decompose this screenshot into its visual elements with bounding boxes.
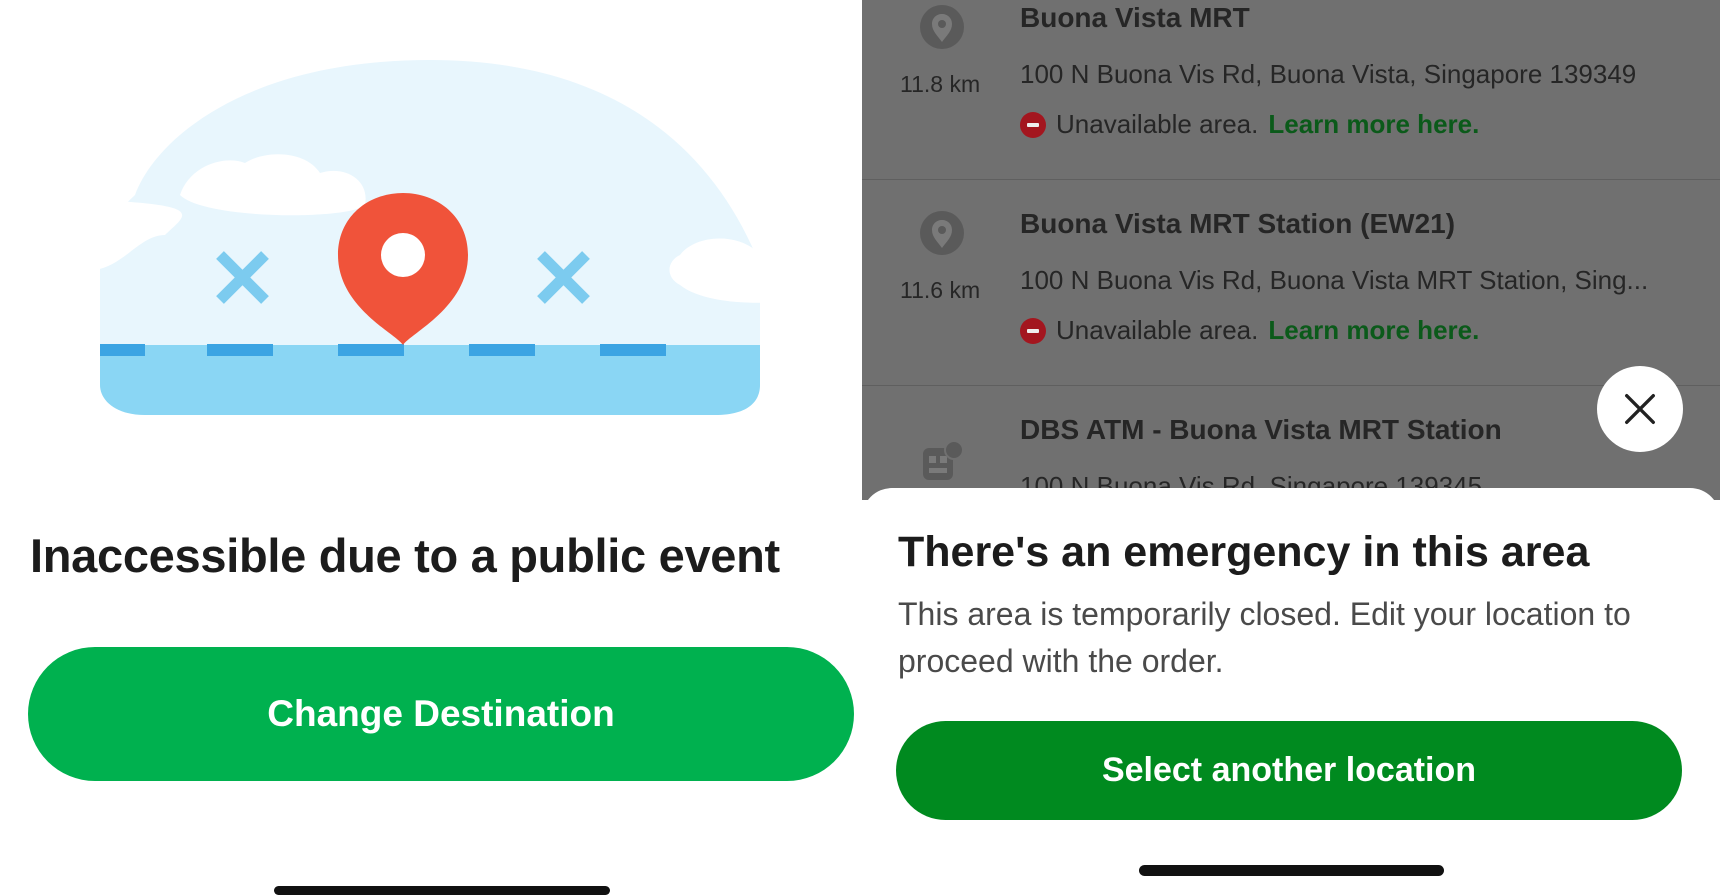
emergency-bottom-sheet: There's an emergency in this area This a… (862, 488, 1720, 895)
blocked-destination-illustration (95, 60, 795, 415)
distance-label: 11.8 km (900, 71, 981, 97)
change-destination-button[interactable]: Change Destination (28, 647, 854, 781)
list-item[interactable]: 11.8 km Buona Vista MRT 100 N Buona Vis … (862, 0, 1720, 180)
learn-more-link[interactable]: Learn more here. (1268, 315, 1479, 346)
distance-label: 11.6 km (900, 277, 981, 303)
close-button[interactable] (1597, 366, 1683, 452)
right-screen: 11.8 km Buona Vista MRT 100 N Buona Vis … (862, 0, 1720, 895)
place-address: 100 N Buona Vis Rd, Buona Vista, Singapo… (1020, 59, 1637, 89)
place-results-list: 11.8 km Buona Vista MRT 100 N Buona Vis … (862, 0, 1720, 500)
list-item[interactable]: 11.6 km Buona Vista MRT Station (EW21) 1… (862, 180, 1720, 386)
list-item[interactable]: DBS ATM - Buona Vista MRT Station 100 N … (862, 386, 1720, 500)
sheet-title: There's an emergency in this area (898, 528, 1590, 576)
select-another-location-button[interactable]: Select another location (896, 721, 1682, 820)
atm-icon (917, 438, 967, 488)
place-name: Buona Vista MRT (1020, 2, 1250, 33)
close-icon (1625, 394, 1655, 424)
home-indicator[interactable] (274, 886, 610, 895)
no-entry-icon (1020, 317, 1046, 344)
unavailable-label: Unavailable area. (1056, 315, 1259, 345)
location-pin-icon (917, 208, 967, 258)
page-title: Inaccessible due to a public event (30, 529, 780, 582)
place-name: Buona Vista MRT Station (EW21) (1020, 208, 1456, 239)
unavailable-label: Unavailable area. (1056, 109, 1259, 139)
location-pin-icon (917, 2, 967, 52)
place-address: 100 N Buona Vis Rd, Buona Vista MRT Stat… (1020, 265, 1649, 295)
left-screen: Inaccessible due to a public event Chang… (0, 0, 860, 895)
home-indicator[interactable] (1139, 865, 1444, 876)
learn-more-link[interactable]: Learn more here. (1268, 109, 1479, 140)
sheet-description: This area is temporarily closed. Edit yo… (898, 596, 1631, 679)
place-name: DBS ATM - Buona Vista MRT Station (1020, 414, 1502, 445)
availability-status: Unavailable area. Learn more here. (1020, 109, 1479, 140)
availability-status: Unavailable area. Learn more here. (1020, 315, 1479, 346)
no-entry-icon (1020, 111, 1046, 138)
